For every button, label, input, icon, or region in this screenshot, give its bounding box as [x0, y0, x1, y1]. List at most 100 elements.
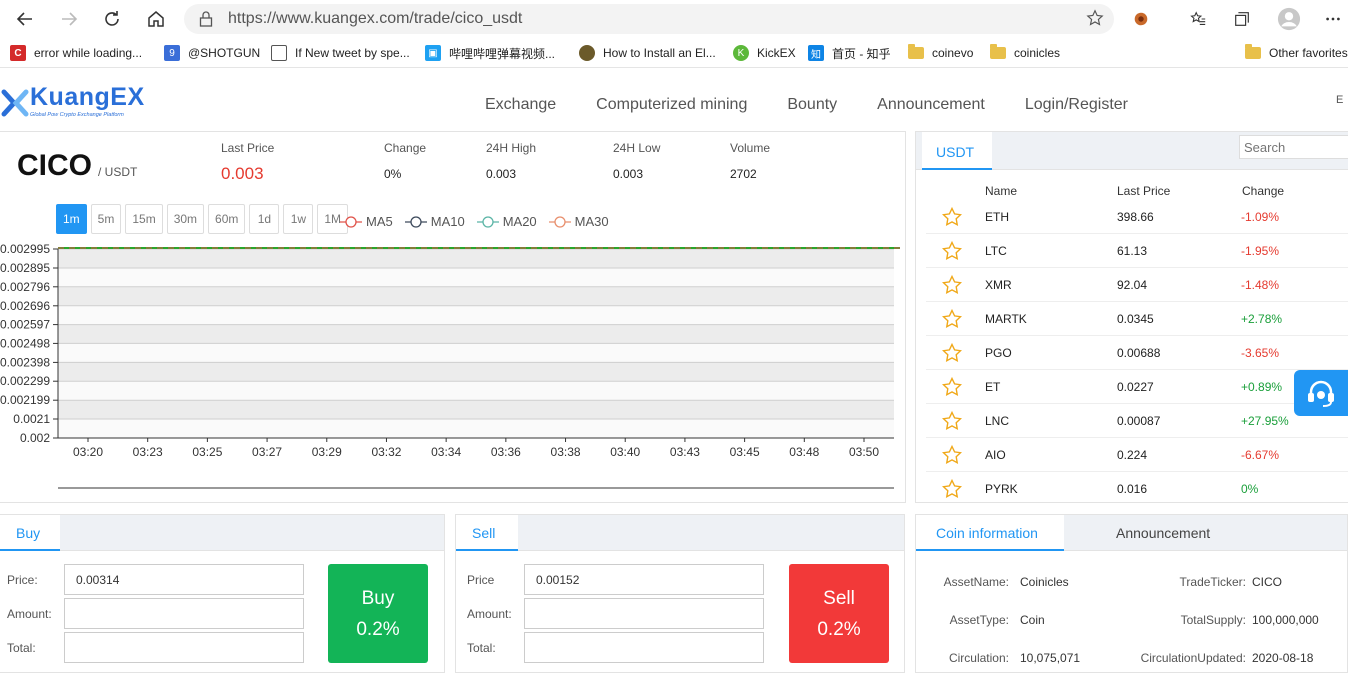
market-row[interactable]: PGO 0.00688 -3.65% [926, 336, 1348, 370]
nav-announcement[interactable]: Announcement [877, 96, 985, 114]
buy-button[interactable]: Buy 0.2% [328, 564, 428, 663]
sell-total-input[interactable] [524, 632, 764, 663]
extension-icon[interactable] [1130, 8, 1152, 30]
tab-usdt[interactable]: USDT [922, 132, 992, 170]
legend-ma30[interactable]: MA30 [548, 214, 609, 229]
legend-ma20[interactable]: MA20 [476, 214, 537, 229]
coin-price: 0.0345 [1117, 312, 1154, 326]
bookmark-item[interactable]: 知 首页 - 知乎 [808, 43, 891, 63]
refresh-button[interactable] [99, 6, 125, 32]
favorite-star-icon[interactable] [942, 241, 962, 261]
trade-ticker-value: CICO [1252, 575, 1282, 589]
buy-total-input[interactable] [64, 632, 304, 663]
coin-change: -1.95% [1241, 244, 1280, 258]
home-button[interactable] [143, 6, 169, 32]
language-switch[interactable]: E [1336, 94, 1343, 106]
address-bar[interactable]: https://www.kuangex.com/trade/cico_usdt [184, 4, 1114, 34]
favorite-star-icon[interactable] [942, 207, 962, 227]
nav-computerized-mining[interactable]: Computerized mining [596, 96, 747, 114]
last-price-label: Last Price [221, 141, 275, 155]
timeframe-60m-button[interactable]: 60m [208, 204, 246, 234]
market-row[interactable]: ET 0.0227 +0.89% [926, 370, 1348, 404]
sell-amount-input[interactable] [524, 598, 764, 629]
grid-band [58, 267, 894, 287]
timeframe-30m-button[interactable]: 30m [166, 204, 205, 234]
sell-button[interactable]: Sell 0.2% [789, 564, 889, 663]
favorite-star-icon[interactable] [942, 377, 962, 397]
market-row[interactable]: MARTK 0.0345 +2.78% [926, 302, 1348, 336]
tab-announcement[interactable]: Announcement [1116, 525, 1210, 541]
bookmark-folder[interactable]: coinicles [990, 43, 1060, 63]
timeframe-1w-button[interactable]: 1w [283, 204, 314, 234]
sell-price-input[interactable] [524, 564, 764, 595]
y-tick-label: 0.002597 [0, 318, 50, 332]
customer-support-button[interactable] [1294, 370, 1348, 416]
favorite-star-icon[interactable] [942, 445, 962, 465]
arrow-left-icon [16, 12, 32, 26]
other-favorites[interactable]: Other favorites [1245, 43, 1348, 63]
bookmark-item[interactable]: How to Install an El... [579, 43, 716, 63]
timeframe-15m-button[interactable]: 15m [125, 204, 163, 234]
coin-price: 92.04 [1117, 278, 1148, 292]
favorite-star-icon[interactable] [942, 479, 962, 499]
legend-marker-icon [340, 215, 362, 228]
bookmark-label: If New tweet by spe... [295, 46, 410, 60]
search-input[interactable] [1239, 135, 1348, 159]
coin-price: 0.0227 [1117, 380, 1154, 394]
favorite-star-icon[interactable] [942, 309, 962, 329]
market-row[interactable]: LNC 0.00087 +27.95% [926, 404, 1348, 438]
timeframe-1d-button[interactable]: 1d [249, 204, 280, 234]
coin-info-panel: Coin information Announcement AssetName:… [915, 514, 1348, 673]
buy-amount-input[interactable] [64, 598, 304, 629]
nav-login-register[interactable]: Login/Register [1025, 96, 1128, 114]
market-row[interactable]: AIO 0.224 -6.67% [926, 438, 1348, 472]
price-chart[interactable]: 0.002995 0.002895 0.002796 0.002696 0.002597… [0, 240, 906, 504]
collections-icon[interactable] [1231, 8, 1253, 30]
legend-ma5[interactable]: MA5 [340, 214, 393, 229]
bookmark-item[interactable]: ▣ 哔哩哔哩弹幕视频... [425, 43, 555, 63]
favorite-star-icon[interactable] [942, 411, 962, 431]
legend-label: MA30 [574, 214, 609, 229]
circulation-label: Circulation: [948, 651, 1009, 665]
coin-name: PGO [985, 346, 1012, 360]
bookmark-item[interactable]: 9 @SHOTGUN [164, 43, 260, 63]
back-button[interactable] [12, 6, 38, 32]
arrow-right-icon [62, 12, 78, 26]
market-row[interactable]: LTC 61.13 -1.95% [926, 234, 1348, 268]
legend-ma10[interactable]: MA10 [404, 214, 465, 229]
market-panel: USDT Name Last Price Change ETH 398.66 -1.… [915, 131, 1348, 503]
market-row[interactable]: PYRK 0.016 0% [926, 472, 1348, 504]
tab-buy[interactable]: Buy [0, 515, 60, 551]
tab-sell[interactable]: Sell [456, 515, 518, 551]
bookmark-item[interactable]: C error while loading... [10, 43, 142, 63]
bookmark-label: Other favorites [1269, 46, 1348, 60]
forward-button[interactable] [56, 6, 82, 32]
favorite-star-icon[interactable] [942, 343, 962, 363]
x-tick-label: 03:45 [730, 445, 760, 459]
legend-marker-icon [476, 215, 499, 228]
nav-bounty[interactable]: Bounty [787, 96, 837, 114]
tab-coin-information[interactable]: Coin information [916, 515, 1064, 551]
bookmark-folder[interactable]: coinevo [908, 43, 973, 63]
bookmark-item[interactable]: K KickEX [733, 43, 796, 63]
market-row[interactable]: XMR 92.04 -1.48% [926, 268, 1348, 302]
timeframe-1m-button[interactable]: 1m [56, 204, 87, 234]
bookmark-label: @SHOTGUN [188, 46, 261, 60]
kuangex-logo[interactable]: KuangEX Global Pow Crypto Exchange Platf… [0, 80, 144, 122]
favorite-star-icon[interactable] [1086, 9, 1104, 27]
bookmark-item[interactable]: If New tweet by spe... [271, 43, 410, 63]
market-row[interactable]: ETH 398.66 -1.09% [926, 200, 1348, 234]
profile-avatar[interactable] [1276, 6, 1302, 32]
column-header-change[interactable]: Change [1242, 184, 1284, 198]
folder-icon [990, 44, 1006, 59]
more-menu-icon[interactable] [1322, 8, 1344, 30]
headset-icon [1308, 380, 1334, 407]
column-header-price[interactable]: Last Price [1117, 184, 1170, 198]
favorite-star-icon[interactable] [942, 275, 962, 295]
timeframe-5m-button[interactable]: 5m [90, 204, 122, 234]
reading-list-icon[interactable] [1187, 8, 1209, 30]
column-header-name[interactable]: Name [985, 184, 1017, 198]
buy-price-input[interactable] [64, 564, 304, 595]
coin-change: +2.78% [1241, 312, 1283, 326]
nav-exchange[interactable]: Exchange [485, 96, 556, 114]
